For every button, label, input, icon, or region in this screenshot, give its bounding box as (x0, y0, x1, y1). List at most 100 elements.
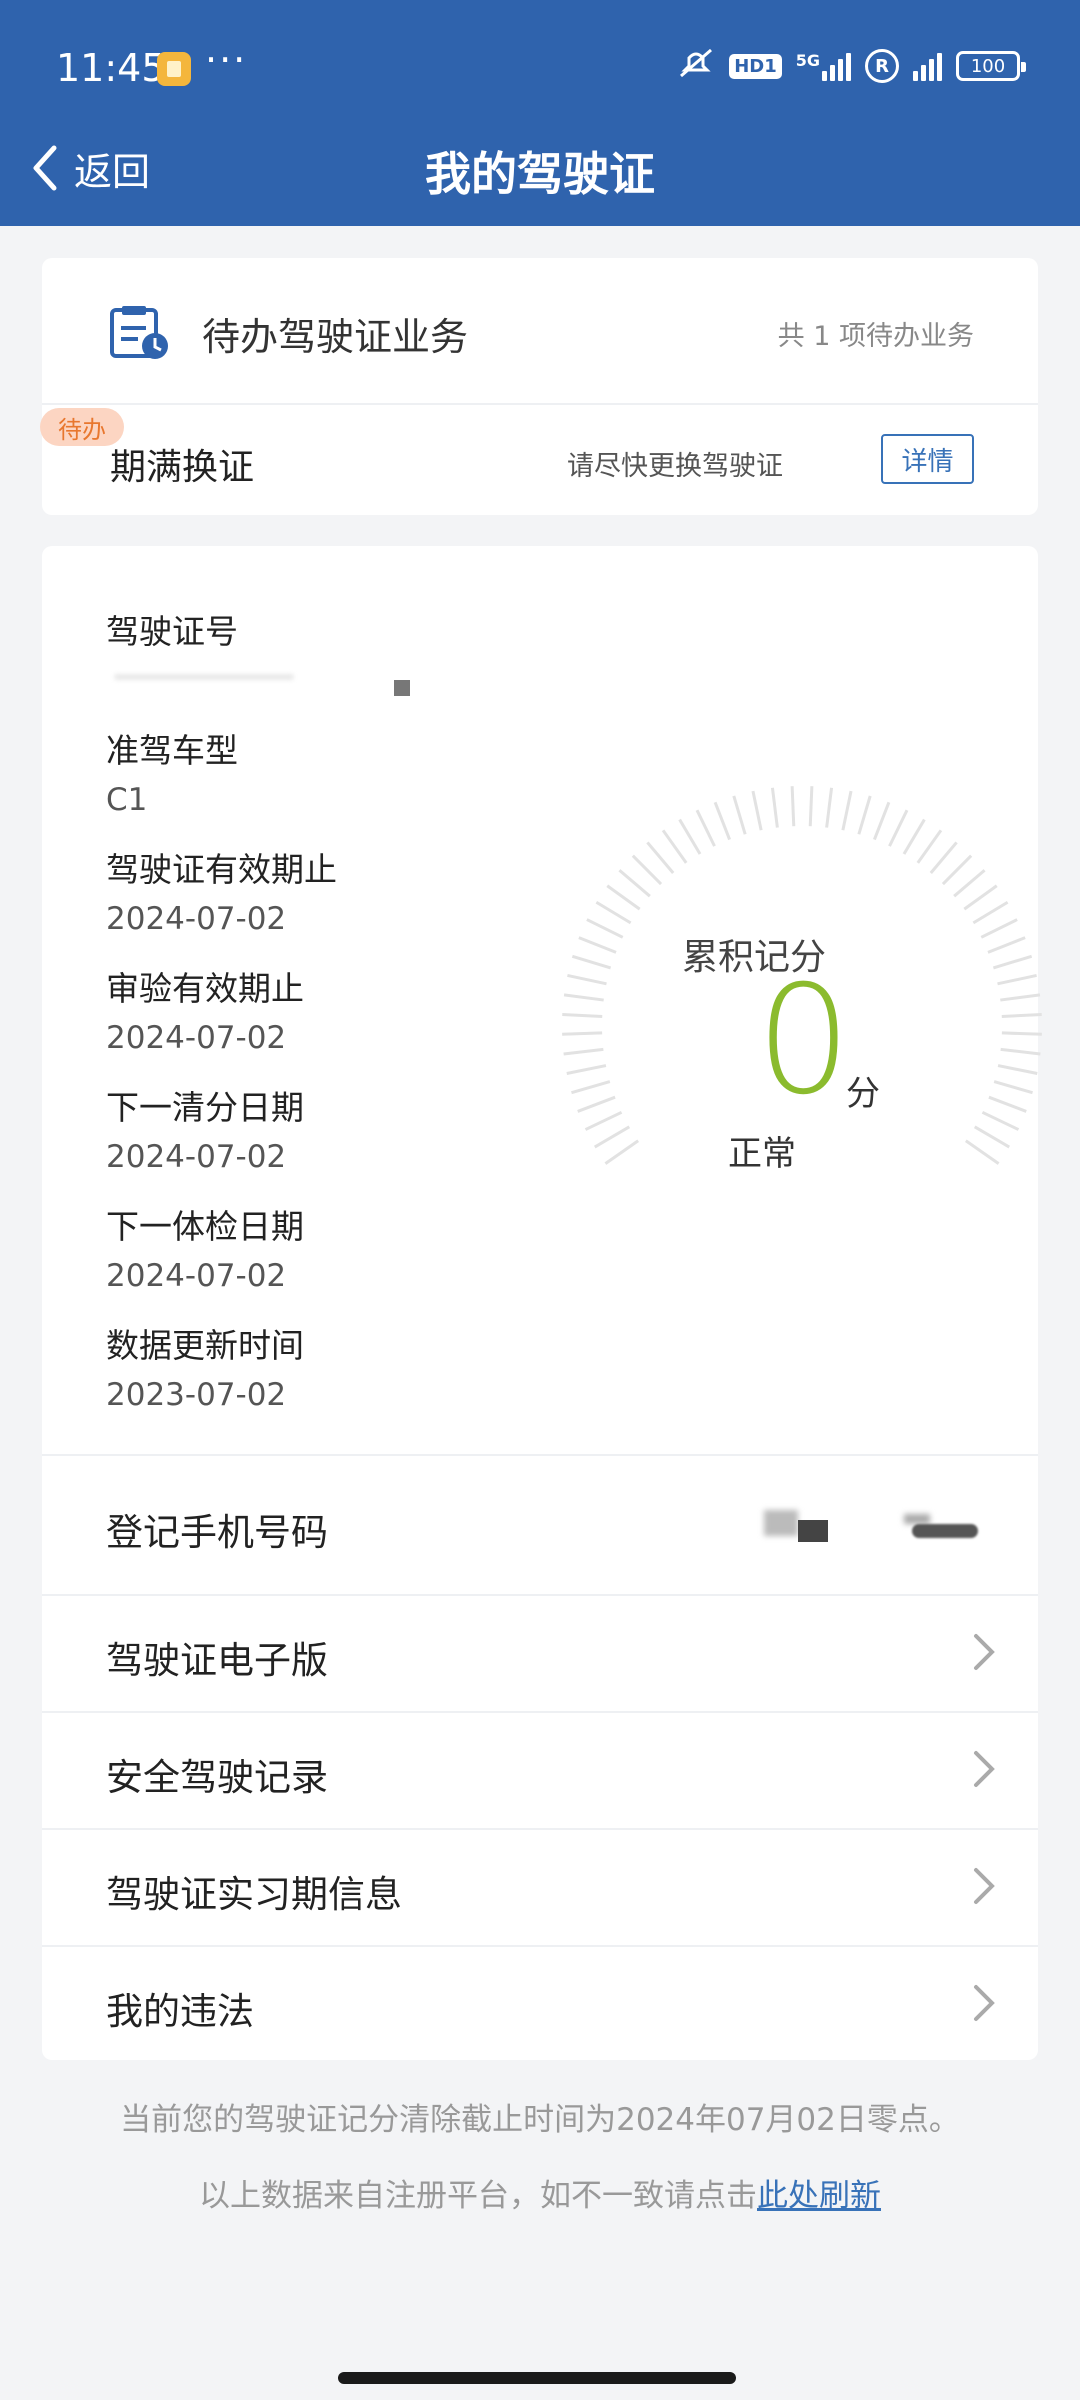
gauge-tick (790, 786, 796, 827)
chevron-right-icon (974, 1634, 995, 1670)
todo-title: 待办驾驶证业务 (202, 315, 469, 359)
gauge-tick (929, 841, 958, 874)
detail-button[interactable]: 详情 (881, 434, 974, 484)
notification-app-icon (157, 52, 191, 86)
gauge-tick (841, 790, 853, 831)
gauge-tick (578, 936, 617, 954)
gauge-tick (988, 1095, 1027, 1113)
chevron-right-icon (974, 1751, 995, 1787)
score-value: 0 (756, 954, 852, 1128)
todo-count: 共 1 项待办业务 (777, 321, 974, 352)
info-label: 驾驶证号 (106, 612, 238, 651)
info-label: 下一清分日期 (106, 1088, 304, 1127)
gauge-tick (808, 786, 814, 827)
menu-item-label: 驾驶证电子版 (106, 1639, 328, 1682)
signal-icon (822, 51, 851, 81)
gauge-tick (563, 993, 604, 1002)
gauge-tick (980, 918, 1018, 939)
info-label: 数据更新时间 (106, 1326, 304, 1365)
battery-icon: 100 (956, 51, 1026, 81)
clipboard-clock-icon (110, 306, 168, 359)
phone-number-masked (764, 1508, 994, 1542)
gauge-tick (972, 900, 1009, 925)
menu-item-my-violations[interactable]: 我的违法 (42, 1945, 1038, 2062)
app-header: 11:45 ··· HD1 5G R 100 返回 我的驾驶证 (0, 0, 1080, 226)
todo-header: 待办驾驶证业务 共 1 项待办业务 (42, 258, 1038, 405)
chevron-right-icon (974, 1868, 995, 1904)
gauge-tick (567, 973, 607, 986)
gauge-tick (606, 884, 641, 911)
menu-item-e-license[interactable]: 驾驶证电子版 (42, 1594, 1038, 1711)
chevron-right-icon (974, 1985, 995, 2021)
hd-badge: HD1 (729, 53, 782, 79)
gauge-tick (964, 1139, 1000, 1165)
mute-icon (677, 46, 715, 87)
license-number-masked (106, 656, 546, 706)
gauge-tick (873, 801, 891, 841)
license-info-list: 驾驶证号 准驾车型 C1 驾驶证有效期止 2024-07-02 审验有效期止 2… (106, 608, 546, 1441)
gauge-tick (661, 829, 688, 864)
license-info-card: 驾驶证号 准驾车型 C1 驾驶证有效期止 2024-07-02 审验有效期止 2… (42, 546, 1042, 2062)
info-row-license-expiry: 驾驶证有效期止 2024-07-02 (106, 846, 546, 965)
gauge-tick (857, 795, 872, 835)
info-label: 准驾车型 (106, 731, 238, 770)
menu-item-label: 安全驾驶记录 (106, 1756, 328, 1799)
gauge-tick (953, 869, 986, 898)
gauge-tick (646, 841, 675, 874)
info-value: 2024-07-02 (106, 1020, 287, 1056)
refresh-link[interactable]: 此处刷新 (757, 2178, 881, 2214)
gauge-tick (584, 1110, 623, 1131)
gauge-tick (992, 954, 1033, 970)
gauge-tick (586, 918, 624, 939)
gauge-tick (566, 1064, 607, 1075)
gauge-tick (631, 854, 663, 886)
info-row-inspection-expiry: 审验有效期止 2024-07-02 (106, 965, 546, 1084)
status-time: 11:45 (56, 46, 166, 90)
info-row-data-update-time: 数据更新时间 2023-07-02 (106, 1322, 546, 1441)
gauge-tick (973, 1125, 1011, 1149)
gauge-tick (1000, 993, 1041, 1002)
gauge-tick (963, 884, 998, 911)
status-bar: 11:45 ··· HD1 5G R 100 (0, 0, 1080, 140)
home-indicator[interactable] (338, 2372, 736, 2384)
gauge-tick (941, 854, 973, 886)
gauge-tick (562, 1031, 603, 1036)
info-value: 2024-07-02 (106, 1139, 287, 1175)
menu-item-label: 我的违法 (106, 1990, 254, 2033)
signal-icon-2 (913, 51, 942, 81)
info-label: 下一体检日期 (106, 1207, 304, 1246)
more-notifications-icon: ··· (205, 38, 248, 82)
menu-item-label: 驾驶证实习期信息 (106, 1873, 402, 1916)
info-row-license-number: 驾驶证号 (106, 608, 546, 727)
gauge-tick (888, 809, 909, 847)
gauge-tick (571, 1080, 611, 1095)
info-label: 驾驶证有效期止 (106, 850, 337, 889)
info-value: 2024-07-02 (106, 1258, 287, 1294)
gauge-tick (678, 818, 702, 855)
gauge-tick (577, 1095, 616, 1113)
gauge-tick (902, 818, 926, 855)
gauge-tick (916, 829, 943, 864)
data-source-text: 以上数据来自注册平台，如不一致请点击 (199, 2178, 757, 2214)
page-title: 我的驾驶证 (425, 147, 655, 201)
gauge-tick (732, 795, 747, 835)
menu-item-probation-info[interactable]: 驾驶证实习期信息 (42, 1828, 1038, 1945)
network-type: 5G (795, 51, 820, 70)
gauge-tick (563, 1047, 604, 1056)
system-icons: HD1 5G R 100 (677, 46, 1026, 87)
menu-item-safe-driving-record[interactable]: 安全驾驶记录 (42, 1711, 1038, 1828)
gauge-tick (997, 1064, 1038, 1075)
info-value: 2023-07-02 (106, 1377, 287, 1413)
gauge-tick (595, 900, 632, 925)
gauge-tick (1001, 1031, 1042, 1036)
gauge-tick (618, 869, 651, 898)
gauge-tick (987, 936, 1026, 954)
gauge-tick (695, 809, 716, 847)
todo-item-name: 期满换证 (110, 447, 255, 488)
gauge-tick (1000, 1047, 1041, 1056)
gauge-tick (993, 1080, 1033, 1095)
info-value: C1 (106, 782, 148, 818)
data-source-note: 以上数据来自注册平台，如不一致请点击此处刷新 (0, 2170, 1080, 2215)
info-row-vehicle-class: 准驾车型 C1 (106, 727, 546, 846)
info-row-next-medical-date: 下一体检日期 2024-07-02 (106, 1203, 546, 1322)
